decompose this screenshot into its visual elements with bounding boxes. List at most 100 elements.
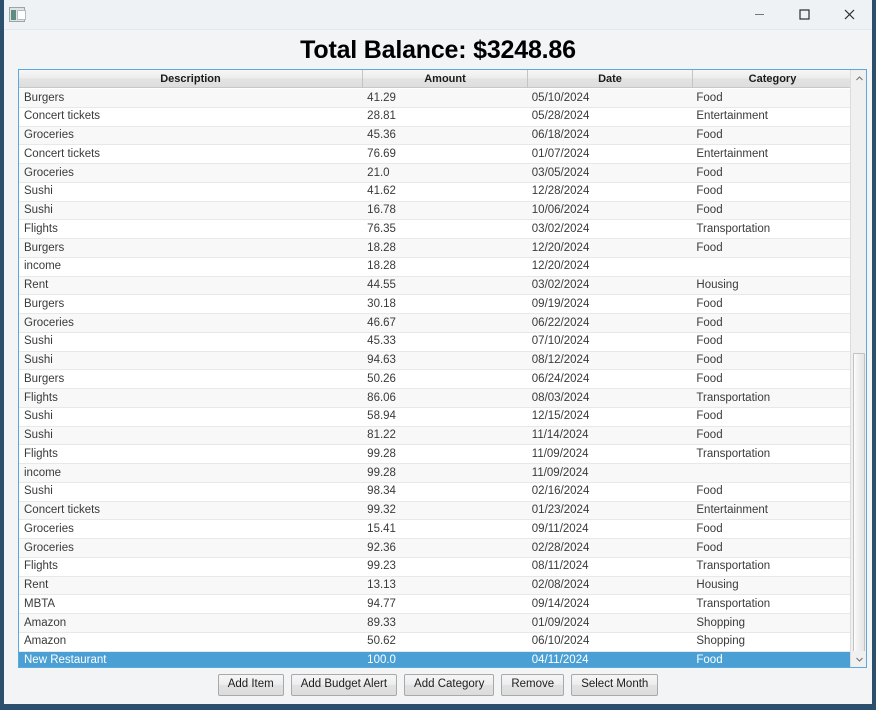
table-row[interactable]: Flights 99.28 11/09/2024 Transportation bbox=[19, 445, 850, 464]
close-icon[interactable] bbox=[827, 0, 872, 30]
cell-amount: 50.62 bbox=[367, 635, 396, 648]
table-row[interactable]: Amazon 50.62 06/10/2024 Shopping bbox=[19, 632, 850, 652]
select-month-button[interactable]: Select Month bbox=[571, 674, 659, 696]
table-row[interactable]: Burgers 30.18 09/19/2024 Food bbox=[19, 295, 850, 314]
scrollbar-thumb[interactable] bbox=[853, 353, 865, 653]
table-row[interactable]: Burgers 41.29 05/10/2024 Food bbox=[19, 89, 850, 108]
cell-amount: 99.28 bbox=[367, 466, 396, 479]
cell-date: 01/23/2024 bbox=[531, 504, 590, 516]
cell-amount: 99.23 bbox=[367, 560, 396, 573]
table-row[interactable]: Sushi 16.78 10/06/2024 Food bbox=[19, 201, 850, 221]
app-window-icon bbox=[9, 7, 26, 22]
cell-description: Concert tickets bbox=[24, 504, 101, 516]
cell-description: income bbox=[24, 260, 62, 273]
cell-description: Flights bbox=[24, 391, 58, 404]
cell-date: 02/08/2024 bbox=[531, 579, 590, 591]
column-header-amount[interactable]: Amount bbox=[363, 70, 528, 88]
table-row[interactable]: Flights 99.23 08/11/2024 Transportation bbox=[19, 557, 850, 577]
table-row[interactable]: Rent 13.13 02/08/2024 Housing bbox=[19, 576, 850, 596]
cell-date: 03/02/2024 bbox=[531, 279, 590, 291]
cell-category: Food bbox=[696, 335, 723, 348]
add-item-button[interactable]: Add Item bbox=[217, 674, 284, 696]
cell-amount: 41.62 bbox=[367, 185, 396, 198]
cell-amount: 99.32 bbox=[367, 504, 396, 516]
cell-amount: 18.28 bbox=[367, 260, 396, 273]
cell-description: Sushi bbox=[24, 429, 53, 441]
cell-description: Sushi bbox=[24, 335, 53, 348]
cell-date: 10/06/2024 bbox=[531, 204, 590, 216]
table-row[interactable]: Flights 76.35 03/02/2024 Transportation bbox=[19, 220, 850, 239]
cell-date: 08/11/2024 bbox=[531, 560, 589, 573]
cell-date: 07/10/2024 bbox=[531, 335, 590, 348]
cell-amount: 45.36 bbox=[367, 129, 396, 141]
cell-amount: 30.18 bbox=[367, 297, 396, 310]
cell-category: Food bbox=[696, 204, 723, 216]
cell-category: Food bbox=[696, 372, 723, 385]
cell-description: Burgers bbox=[24, 241, 65, 254]
table-row[interactable]: Sushi 94.63 08/12/2024 Food bbox=[19, 351, 850, 371]
table-row[interactable]: Sushi 45.33 07/10/2024 Food bbox=[19, 332, 850, 352]
table-row[interactable]: Concert tickets 76.69 01/07/2024 Entertainm… bbox=[19, 145, 850, 164]
table-row[interactable]: Groceries 45.36 06/18/2024 Food bbox=[19, 126, 850, 146]
cell-category: Transportation bbox=[696, 222, 771, 235]
table-row[interactable]: Burgers 18.28 12/20/2024 Food bbox=[19, 239, 850, 258]
table-row[interactable]: Burgers 50.26 06/24/2024 Food bbox=[19, 370, 850, 389]
cell-date: 08/03/2024 bbox=[531, 391, 590, 404]
table-row[interactable]: MBTA 94.77 09/14/2024 Transportation bbox=[19, 595, 850, 614]
cell-description: income bbox=[24, 466, 62, 479]
table-row[interactable]: Flights 86.06 08/03/2024 Transportation bbox=[19, 389, 850, 408]
column-header-category[interactable]: Category bbox=[693, 70, 852, 88]
table-row[interactable]: New Restaurant 100.0 04/11/2024 Food bbox=[19, 651, 850, 667]
remove-button[interactable]: Remove bbox=[501, 674, 565, 696]
cell-description: MBTA bbox=[24, 597, 56, 610]
table-row[interactable]: Concert tickets 28.81 05/28/2024 Entertainm… bbox=[19, 107, 850, 127]
table-row[interactable]: income 18.28 12/20/2024 bbox=[19, 257, 850, 277]
cell-amount: 89.33 bbox=[367, 616, 396, 629]
cell-description: Concert tickets bbox=[24, 110, 101, 123]
table-row[interactable]: Concert tickets 99.32 01/23/2024 Entertainm… bbox=[19, 501, 850, 521]
cell-date: 09/11/2024 bbox=[531, 522, 589, 535]
vertical-scrollbar[interactable] bbox=[850, 70, 866, 667]
cell-date: 01/07/2024 bbox=[531, 147, 590, 160]
table-row[interactable]: Sushi 81.22 11/14/2024 Food bbox=[19, 426, 850, 446]
cell-amount: 41.29 bbox=[367, 91, 396, 104]
cell-category: Entertainment bbox=[696, 147, 768, 160]
cell-date: 04/11/2024 bbox=[531, 654, 589, 666]
column-header-date[interactable]: Date bbox=[528, 70, 693, 88]
cell-date: 02/16/2024 bbox=[531, 485, 590, 498]
minimize-icon[interactable] bbox=[737, 0, 782, 30]
cell-category: Food bbox=[696, 654, 723, 666]
cell-amount: 15.41 bbox=[367, 522, 396, 535]
cell-category: Transportation bbox=[696, 560, 771, 573]
cell-category: Shopping bbox=[696, 616, 745, 629]
add-category-button[interactable]: Add Category bbox=[404, 674, 495, 696]
table-row[interactable]: Amazon 89.33 01/09/2024 Shopping bbox=[19, 614, 850, 633]
table-row[interactable]: Sushi 41.62 12/28/2024 Food bbox=[19, 182, 850, 202]
cell-amount: 92.36 bbox=[367, 541, 396, 554]
maximize-icon[interactable] bbox=[782, 0, 827, 30]
table-row[interactable]: Groceries 92.36 02/28/2024 Food bbox=[19, 539, 850, 558]
add-budget-alert-button[interactable]: Add Budget Alert bbox=[290, 674, 398, 696]
table-row[interactable]: Sushi 58.94 12/15/2024 Food bbox=[19, 407, 850, 427]
cell-amount: 46.67 bbox=[367, 316, 396, 329]
cell-date: 01/09/2024 bbox=[531, 616, 590, 629]
cell-date: 12/15/2024 bbox=[531, 410, 590, 423]
cell-category: Food bbox=[696, 354, 723, 366]
table-row[interactable]: Groceries 46.67 06/22/2024 Food bbox=[19, 314, 850, 333]
table-row[interactable]: income 99.28 11/09/2024 bbox=[19, 464, 850, 483]
cell-description: Sushi bbox=[24, 204, 53, 216]
table-row[interactable]: Groceries 15.41 09/11/2024 Food bbox=[19, 520, 850, 539]
cell-date: 11/14/2024 bbox=[531, 429, 589, 441]
cell-date: 06/10/2024 bbox=[531, 635, 590, 648]
cell-category: Food bbox=[696, 166, 723, 179]
cell-description: Groceries bbox=[24, 129, 74, 141]
table-row[interactable]: Groceries 21.0 03/05/2024 Food bbox=[19, 164, 850, 183]
chevron-down-icon[interactable] bbox=[851, 651, 866, 667]
table-row[interactable]: Rent 44.55 03/02/2024 Housing bbox=[19, 276, 850, 296]
chevron-up-icon[interactable] bbox=[851, 70, 866, 86]
table-row[interactable]: Sushi 98.34 02/16/2024 Food bbox=[19, 482, 850, 502]
column-header-description[interactable]: Description bbox=[19, 70, 363, 88]
cell-amount: 45.33 bbox=[367, 335, 396, 348]
cell-category: Entertainment bbox=[696, 504, 768, 516]
cell-description: Rent bbox=[24, 279, 49, 291]
